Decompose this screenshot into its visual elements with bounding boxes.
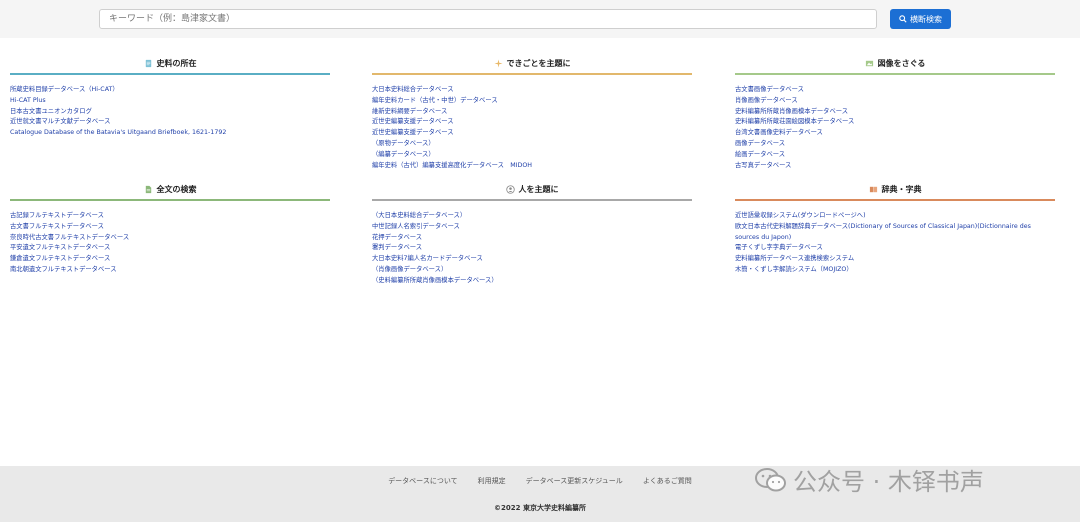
link-dictionary-2[interactable]: 電子くずし字字典データベース [735,243,1055,254]
section-people: 人を主題に （大日本史料総合データベース） 中世記録人名索引データベース 花押デ… [372,182,692,287]
link-fulltext-3[interactable]: 平安遺文フルテキストデータベース [10,243,330,254]
section-fulltext-divider [10,199,330,201]
search-input[interactable] [99,9,877,29]
link-dictionary-4[interactable]: 木簡・くずし字解読システム（MOJIZO） [735,265,1055,276]
footer-link-faq[interactable]: よくあるご質問 [643,476,692,486]
section-people-divider [372,199,692,201]
section-location-list: 所蔵史料目録データベース（Hi-CAT） Hi-CAT Plus 日本古文書ユニ… [10,85,330,139]
link-events-5[interactable]: （原物データベース） [372,139,692,150]
file-text-icon [145,185,151,193]
link-events-6[interactable]: （編纂データベース） [372,150,692,161]
section-dictionary-title: 辞典・字典 [881,184,922,194]
section-people-title: 人を主題に [518,184,559,194]
link-images-7[interactable]: 古写真データベース [735,161,1055,172]
section-location-divider [10,73,330,75]
link-events-1[interactable]: 編年史料カード（古代・中世）データベース [372,96,692,107]
section-dictionary-divider [735,199,1055,201]
link-fulltext-5[interactable]: 南北朝遺文フルテキストデータベース [10,265,330,276]
link-events-3[interactable]: 近世史編纂支援データベース [372,117,692,128]
section-images: 図像をさぐる 古文書画像データベース 肖像画像データベース 史料編纂所所蔵肖像画… [735,56,1055,171]
link-images-4[interactable]: 台湾文書画像史料データベース [735,128,1055,139]
section-events-title: できごとを主題に [506,58,571,68]
link-people-5[interactable]: （肖像画像データベース） [372,265,692,276]
link-location-4[interactable]: Catalogue Database of the Batavia's Uitg… [10,128,330,139]
section-location: 史料の所在 所蔵史料目録データベース（Hi-CAT） Hi-CAT Plus 日… [10,56,330,139]
section-fulltext-header: 全文の検索 [10,182,330,196]
section-people-list: （大日本史料総合データベース） 中世記録人名索引データベース 花押データベース … [372,211,692,287]
section-events-divider [372,73,692,75]
section-events: できごとを主題に 大日本史料総合データベース 編年史料カード（古代・中世）データ… [372,56,692,171]
link-events-0[interactable]: 大日本史料総合データベース [372,85,692,96]
section-images-header: 図像をさぐる [735,56,1055,70]
footer-copyright: ©2022 東京大学史料編纂所 [494,504,586,512]
section-fulltext: 全文の検索 古記録フルテキストデータベース 古文書フルテキストデータベース 奈良… [10,182,330,276]
link-dictionary-1[interactable]: 欧文日本古代史料解題辞典データベース(Dictionary of Sources… [735,222,1055,244]
image-icon [865,60,873,66]
link-people-4[interactable]: 大日本史料7編人名カードデータベース [372,254,692,265]
link-images-0[interactable]: 古文書画像データベース [735,85,1055,96]
link-events-4[interactable]: 近世史編纂支援データベース [372,128,692,139]
link-events-2[interactable]: 維新史料綱要データベース [372,107,692,118]
search-button-label: 横断検索 [910,14,942,24]
watermark-text: 公众号 · 木铎书声 [793,468,984,496]
link-people-6[interactable]: （史料編纂所所蔵肖像画模本データベース） [372,276,692,287]
search-icon [899,15,907,23]
link-people-1[interactable]: 中世記録人名索引データベース [372,222,692,233]
link-people-0[interactable]: （大日本史料総合データベース） [372,211,692,222]
person-icon [505,184,515,194]
section-events-list: 大日本史料総合データベース 編年史料カード（古代・中世）データベース 維新史料綱… [372,85,692,171]
link-location-1[interactable]: Hi-CAT Plus [10,96,330,107]
section-location-title: 史料の所在 [156,58,197,68]
link-fulltext-1[interactable]: 古文書フルテキストデータベース [10,222,330,233]
top-search-bar: 横断検索 [0,0,1080,38]
section-images-title: 図像をさぐる [877,58,926,68]
link-fulltext-4[interactable]: 鎌倉遺文フルテキストデータベース [10,254,330,265]
section-dictionary-list: 近世語彙収録システム(ダウンロードページへ) 欧文日本古代史料解題辞典データベー… [735,211,1055,276]
section-dictionary: 辞典・字典 近世語彙収録システム(ダウンロードページへ) 欧文日本古代史料解題辞… [735,182,1055,276]
link-location-2[interactable]: 日本古文書ユニオンカタログ [10,107,330,118]
footer-link-schedule[interactable]: データベース更新スケジュール [526,476,623,486]
link-location-0[interactable]: 所蔵史料目録データベース（Hi-CAT） [10,85,330,96]
sparkle-icon [493,58,503,68]
watermark: 公众号 · 木铎书声 [755,462,984,497]
search-button[interactable]: 横断検索 [890,9,951,29]
section-events-header: できごとを主題に [372,56,692,70]
link-location-3[interactable]: 近世就文書マルチ文献データベース [10,117,330,128]
footer-link-about[interactable]: データベースについて [388,476,457,486]
link-people-3[interactable]: 署判データベース [372,243,692,254]
link-fulltext-2[interactable]: 奈良時代古文書フルテキストデータベース [10,233,330,244]
link-images-2[interactable]: 史料編纂所所蔵肖像画模本データベース [735,107,1055,118]
link-fulltext-0[interactable]: 古記録フルテキストデータベース [10,211,330,222]
document-icon [145,59,151,67]
section-images-divider [735,73,1055,75]
link-people-2[interactable]: 花押データベース [372,233,692,244]
link-images-5[interactable]: 画像データベース [735,139,1055,150]
link-dictionary-3[interactable]: 史料編纂所データベース連携検索システム [735,254,1055,265]
section-location-header: 史料の所在 [10,56,330,70]
section-people-header: 人を主題に [372,182,692,196]
link-images-6[interactable]: 絵画データベース [735,150,1055,161]
footer-link-terms[interactable]: 利用規定 [478,476,506,486]
section-images-list: 古文書画像データベース 肖像画像データベース 史料編纂所所蔵肖像画模本データベー… [735,85,1055,171]
link-images-1[interactable]: 肖像画像データベース [735,96,1055,107]
link-events-7[interactable]: 編年史料（古代）編纂支援高度化データベース MIDOH [372,161,692,172]
section-fulltext-list: 古記録フルテキストデータベース 古文書フルテキストデータベース 奈良時代古文書フ… [10,211,330,276]
link-images-3[interactable]: 史料編纂所所蔵荘園絵図模本データベース [735,117,1055,128]
link-dictionary-0[interactable]: 近世語彙収録システム(ダウンロードページへ) [735,211,1055,222]
section-fulltext-title: 全文の検索 [156,184,197,194]
book-icon [869,186,877,192]
wechat-icon [755,467,786,491]
section-dictionary-header: 辞典・字典 [735,182,1055,196]
